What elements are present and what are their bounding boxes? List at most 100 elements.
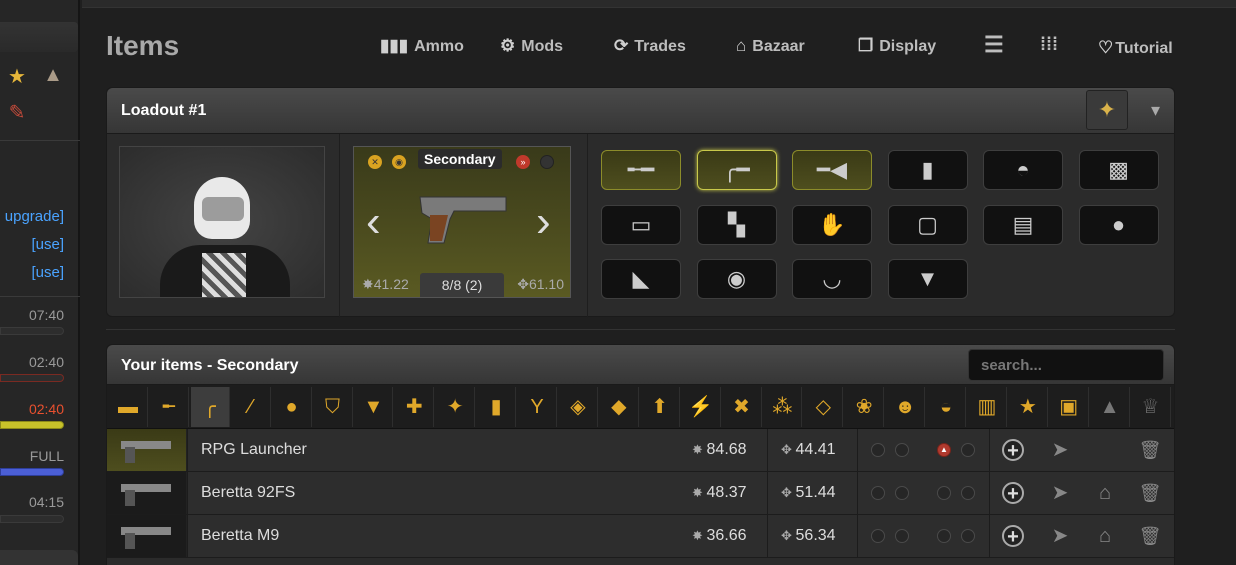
slot-face-mask-icon: ◉ [726,266,747,291]
item-damage: ✸ 36.66 [692,527,747,545]
trash-icon[interactable]: 🗑 [1137,437,1163,463]
slot-grenade[interactable]: ▮ [887,150,968,190]
filter-boosters-icon[interactable]: ◆ [600,387,639,427]
slot-face-mask[interactable]: ◉ [696,259,777,299]
filter-artifacts-icon[interactable]: ★ [1009,387,1048,427]
nav-mods[interactable]: ⚙ Mods [500,36,563,56]
table-row[interactable]: RPG Launcher ✸ 84.68 ✥ 44.41 ▲ + ➤ 🗑 [107,429,1174,472]
bonus-slot-icon [895,443,909,457]
chain-bar [0,515,64,523]
trash-icon[interactable]: 🗑 [1137,480,1163,506]
nav-bazaar[interactable]: ⌂ Bazaar [736,36,805,56]
slot-boots[interactable]: ▚ [696,204,777,245]
drug-icon[interactable]: ✎ [4,100,30,126]
sidebar-footer[interactable] [0,550,78,565]
tag-icon[interactable]: ⌂ [1092,480,1118,506]
slot-necklace[interactable]: ◡ [792,259,872,299]
table-row[interactable]: Beretta 92FS ✸ 48.37 ✥ 51.44 + ➤ ⌂ 🗑 [107,472,1174,515]
energy-bar [0,327,64,335]
column-divider [989,472,990,514]
item-thumbnail[interactable] [107,472,187,514]
previous-weapon-button[interactable]: ‹ [366,197,381,247]
sidebar-header[interactable] [0,22,78,52]
filter-defensive-icon[interactable]: ⛉ [314,387,353,427]
slot-rifle[interactable]: ╾━ [601,150,681,190]
tag-icon[interactable]: ⌂ [1092,523,1118,549]
slot-body-armor[interactable]: ▩ [1078,150,1159,190]
table-row[interactable]: Beretta M9 ✸ 36.66 ✥ 56.34 + ➤ ⌂ 🗑 [107,515,1174,558]
nav-trades[interactable]: ⟳ Trades [614,36,686,56]
equip-button[interactable]: + [1002,525,1024,547]
bazaar-icon: ⌂ [736,36,747,55]
sidebar-divider [0,140,80,141]
filter-tools-icon[interactable]: ✖ [723,387,762,427]
slot-gloves[interactable]: ✋ [792,204,872,245]
slot-mask[interactable]: ● [1078,204,1159,245]
trash-icon[interactable]: 🗑 [1137,523,1163,549]
loadout-badge-icon[interactable]: ✦ [1086,90,1128,130]
filter-primary-icon[interactable]: ╾ [150,387,189,427]
chevron-down-icon[interactable]: ▾ [1151,100,1160,121]
mod-slot-icon [937,486,951,500]
send-icon[interactable]: ➤ [1047,437,1073,463]
nav-tutorial[interactable]: ♡ Tutorial [1098,38,1173,58]
filter-cars-icon[interactable]: ◒ [927,387,966,427]
filter-enhancers-icon[interactable]: ⬆ [641,387,680,427]
nav-ammo[interactable]: ▮▮▮ Ammo [380,36,464,56]
item-thumbnail[interactable] [107,429,187,471]
filter-secondary-icon[interactable]: ╭ [190,387,230,427]
column-divider [857,472,858,514]
happy-timer: 02:40 [28,401,64,417]
filter-melee-icon[interactable]: ⁄ [232,387,271,427]
send-icon[interactable]: ➤ [1047,523,1073,549]
star-icon[interactable]: ★ [4,64,30,90]
weapon-accuracy: ✥61.10 [517,276,564,292]
grid-view-icon: ⁞⁞⁞ [1040,34,1058,54]
weapon-image [121,484,171,506]
send-icon[interactable]: ➤ [1047,480,1073,506]
slot-top[interactable]: ▢ [887,204,968,245]
slot-coat[interactable]: ▤ [983,204,1063,245]
sidebar-upgrade-link[interactable]: upgrade] [5,208,64,225]
unequip-icon[interactable]: » [516,155,530,169]
slot-socks[interactable]: ◣ [601,259,681,299]
filter-miscellaneous-icon[interactable]: ▣ [1050,387,1089,427]
filter-special-icon[interactable]: ⚡ [682,387,721,427]
filter-trophies-icon[interactable]: ♕ [1132,387,1171,427]
damage-value: 84.68 [706,441,747,458]
filter-supply-pack-icon[interactable]: ⁂ [763,387,803,427]
filter-jewelry-icon[interactable]: ◇ [804,387,844,427]
filter-trash-icon[interactable]: ▲ [1091,387,1130,427]
filter-flowers-icon[interactable]: ❀ [845,387,885,427]
sidebar-use-link[interactable]: [use] [31,236,64,253]
filter-alcohol-icon[interactable]: Y [518,387,557,427]
loadout-body: ✕ ◉ Secondary » ‹ › ✸41.22 8/8 (2) ✥61.1… [107,134,1174,318]
nav-display[interactable]: ❐ Display [858,36,936,56]
hat-icon[interactable]: ▲ [40,62,66,88]
slot-helmet[interactable]: ◓ [983,150,1063,190]
slot-pistol[interactable]: ╭━ [696,150,777,190]
sidebar-use-link[interactable]: [use] [31,264,64,281]
slot-pants[interactable]: ▭ [601,204,681,245]
filter-plushies-icon[interactable]: ☻ [886,387,926,427]
next-weapon-button[interactable]: › [536,197,551,247]
equip-button[interactable]: + [1002,439,1024,461]
filter-medical-icon[interactable]: ✚ [395,387,435,427]
filter-temporary-icon[interactable]: ● [273,387,312,427]
filter-all-icon[interactable]: ▬ [109,387,148,427]
display-icon: ❐ [858,36,874,55]
slot-shirt[interactable]: ▼ [887,259,968,299]
lightbulb-icon: ♡ [1098,38,1114,57]
list-view-button[interactable]: ☰ [984,32,1004,58]
slot-melee[interactable]: ━◀ [792,150,872,190]
filter-clothing-icon[interactable]: ▼ [354,387,394,427]
filter-candy-icon[interactable]: ◈ [559,387,598,427]
filter-energy-drink-icon[interactable]: ▮ [477,387,517,427]
item-thumbnail[interactable] [107,515,187,557]
filter-drugs-icon[interactable]: ✦ [436,387,476,427]
equip-button[interactable]: + [1002,482,1024,504]
search-input[interactable] [968,349,1164,381]
filter-collectibles-icon[interactable]: ▥ [968,387,1007,427]
grid-view-button[interactable]: ⁞⁞⁞ [1040,34,1058,55]
item-damage: ✸ 48.37 [692,484,747,502]
